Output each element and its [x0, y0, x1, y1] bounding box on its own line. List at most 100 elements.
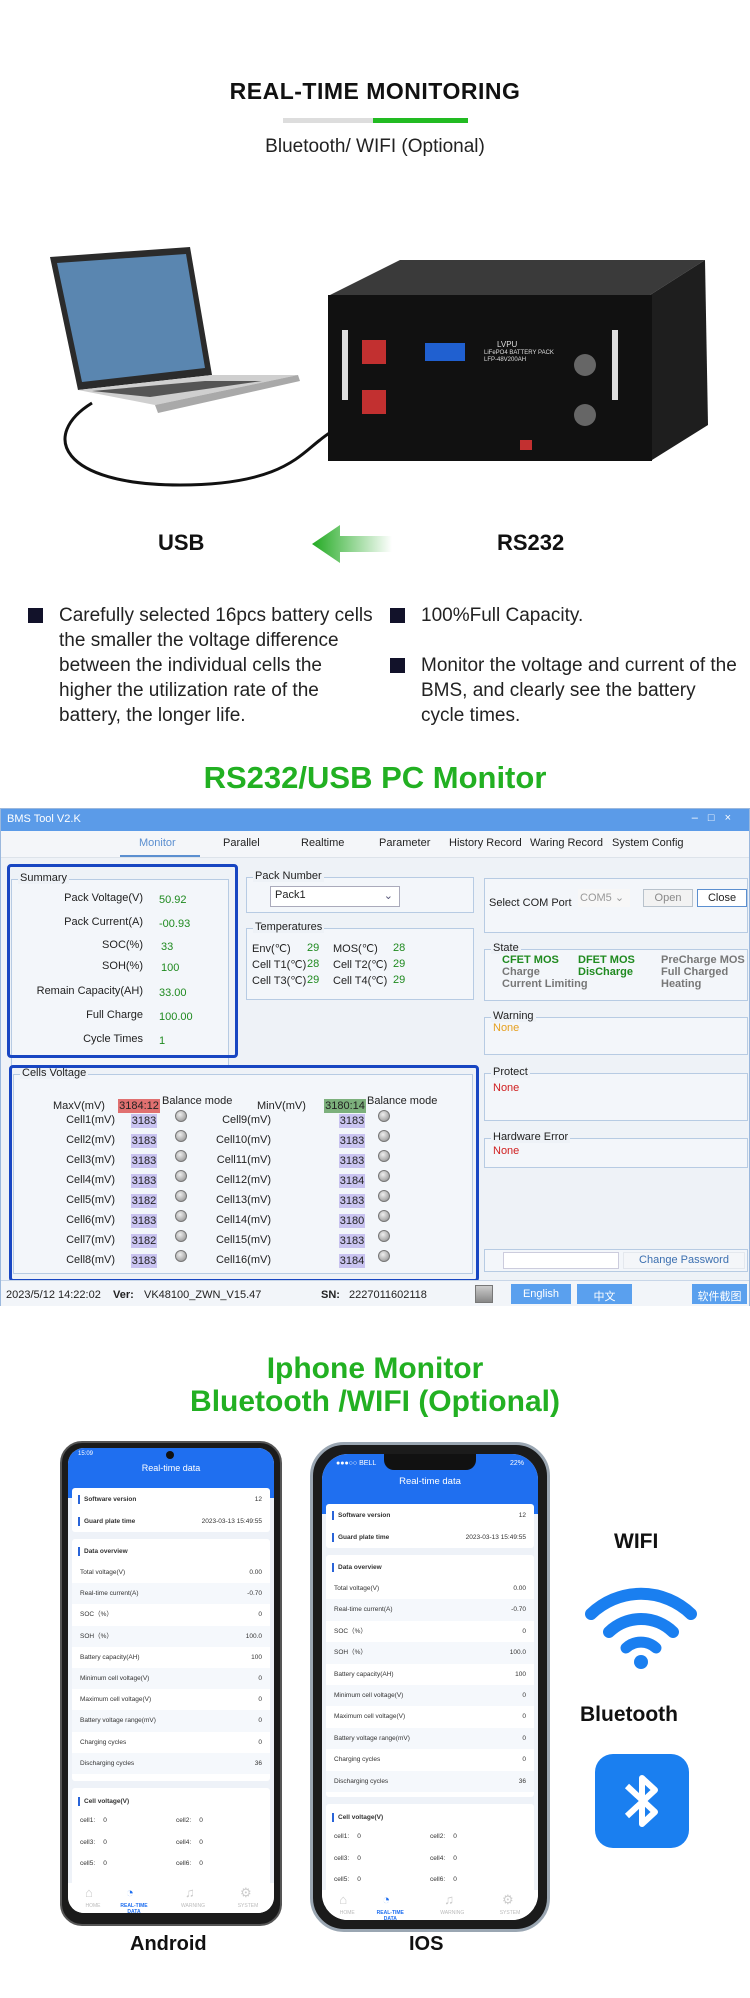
overview-label: Real-time current(A)	[80, 1590, 139, 1598]
english-button[interactable]: English	[511, 1284, 571, 1304]
balance-indicator-icon	[175, 1190, 187, 1202]
close-button[interactable]: Close	[697, 889, 747, 907]
cell-voltage-value: 3183	[131, 1114, 157, 1128]
change-password-button[interactable]: Change Password	[623, 1252, 745, 1269]
home-tab-icon[interactable]: ⌂	[339, 1892, 347, 1907]
cell-label: cell4:	[430, 1854, 446, 1862]
real-time-data-tab-icon[interactable]: ◔	[126, 1885, 134, 1900]
wifi-label: WIFI	[614, 1530, 659, 1553]
overview-label: Maximum cell voltage(V)	[80, 1696, 152, 1704]
summary-label: Cycle Times	[83, 1033, 143, 1045]
chevron-down-icon: ⌄	[383, 890, 393, 902]
real-time-data-tab-icon[interactable]: ◔	[382, 1892, 390, 1907]
wifi-icon	[585, 1587, 697, 1669]
temperature-value: 28	[393, 942, 406, 954]
cell-label: cell1:	[80, 1817, 96, 1824]
close-icon[interactable]: ×	[725, 812, 741, 824]
system-tab-icon[interactable]: ⚙	[502, 1892, 514, 1908]
overview-label: Discharging cycles	[334, 1777, 389, 1785]
cell-voltage-value: 3183	[131, 1214, 157, 1228]
warning-tab-icon[interactable]: ♫	[185, 1885, 195, 1900]
overview-row: Battery capacity(AH) 100	[326, 1664, 534, 1685]
tab-parallel[interactable]: Parallel	[223, 837, 260, 849]
window-title: BMS Tool V2.K	[7, 813, 81, 825]
overview-value: 0	[258, 1738, 262, 1746]
balance-indicator-icon	[378, 1170, 390, 1182]
balance-indicator-icon	[175, 1230, 187, 1242]
temperatures-group: Temperatures Env(℃) 29 MOS(℃) 28 Cell T1(℃) 28…	[246, 921, 474, 1000]
overview-label: Real-time current(A)	[334, 1606, 393, 1614]
overview-row: Real-time current(A) -0.70	[326, 1599, 534, 1621]
home-tab-icon[interactable]: ⌂	[85, 1885, 93, 1900]
tab-system[interactable]: SYSTEM	[490, 1910, 530, 1916]
temperature-label: Cell T2(℃)	[333, 959, 388, 971]
state-item: PreCharge MOS	[661, 954, 745, 966]
temperature-label: Cell T3(℃)	[252, 975, 307, 987]
cell-label: Cell11(mV)	[216, 1154, 271, 1166]
com-port-select[interactable]: COM5 ⌄	[578, 889, 630, 907]
overview-row: Total voltage(V) 0.00	[72, 1562, 270, 1583]
cell-voltage-value: 3184	[339, 1254, 365, 1268]
rs232-label: RS232	[497, 530, 565, 555]
cell-label: cell3:	[80, 1838, 96, 1846]
page-title: REAL-TIME MONITORING	[229, 78, 521, 104]
warning-group: Warning None	[484, 1010, 748, 1055]
screenshot-button[interactable]: 软件截图	[692, 1284, 747, 1304]
balance-indicator-icon	[378, 1230, 390, 1242]
tab-system[interactable]: SYSTEM	[228, 1903, 268, 1909]
tab-waring-record[interactable]: Waring Record	[530, 837, 603, 849]
chinese-button[interactable]: 中文	[577, 1284, 632, 1304]
cell-value: 0	[199, 1860, 203, 1867]
title-underline-gray	[283, 118, 373, 123]
overview-row: Charging cycles 0	[326, 1749, 534, 1770]
summary-value: 100	[161, 962, 180, 974]
tab-home[interactable]: HOME	[327, 1910, 367, 1916]
title-underline-green	[373, 118, 468, 123]
password-input[interactable]	[503, 1252, 619, 1269]
bluetooth-icon	[595, 1754, 689, 1848]
open-button[interactable]: Open	[643, 889, 693, 907]
temperature-label: Cell T4(℃)	[333, 975, 388, 987]
overview-label: Battery capacity(AH)	[80, 1653, 140, 1661]
laptop-image	[50, 247, 300, 413]
overview-row: Discharging cycles 36	[326, 1770, 534, 1792]
balance-indicator-icon	[378, 1130, 390, 1142]
tab-real-time-data[interactable]: REAL-TIME DATA	[114, 1903, 154, 1913]
tab-warning[interactable]: WARNING	[432, 1910, 472, 1916]
usb-label: USB	[158, 530, 205, 555]
balance-indicator-icon	[378, 1250, 390, 1262]
balance-indicator-icon	[378, 1150, 390, 1162]
info-row: Guard plate time 2023-03-13 15:49:55	[72, 1517, 270, 1526]
com-port-label: Select COM Port	[489, 897, 572, 909]
tab-realtime[interactable]: Realtime	[301, 837, 344, 849]
overview-label: SOH（%）	[80, 1632, 113, 1640]
warning-tab-icon[interactable]: ♫	[444, 1892, 454, 1907]
android-phone: 15:09 Real-time data Software version 12 Gua…	[60, 1441, 282, 1926]
maximize-icon[interactable]: □	[708, 812, 725, 824]
cell-label: cell6:	[176, 1860, 192, 1867]
overview-value: 36	[518, 1777, 526, 1785]
pack-number-select[interactable]: Pack1 ⌄	[270, 886, 400, 907]
tab-parameter[interactable]: Parameter	[379, 837, 430, 849]
summary-value: 33	[161, 941, 174, 953]
tab-warning[interactable]: WARNING	[173, 1903, 213, 1909]
data-overview-card: Data overview Total voltage(V) 0.00 Real-ti…	[326, 1555, 534, 1797]
pc-section-title: RS232/USB PC Monitor	[203, 760, 547, 795]
info-card: Software version 12 Guard plate time 2023-0…	[72, 1488, 270, 1532]
cell-voltage-value: 3182	[131, 1234, 157, 1248]
cell-voltage-value: 3183	[339, 1114, 365, 1128]
balance-indicator-icon	[175, 1210, 187, 1222]
tab-home[interactable]: HOME	[73, 1903, 113, 1909]
tab-real-time-data[interactable]: REAL-TIME DATA	[370, 1910, 410, 1920]
tab-system-config[interactable]: System Config	[612, 837, 684, 849]
info-label: Software version	[84, 1496, 137, 1503]
system-tab-icon[interactable]: ⚙	[240, 1885, 252, 1901]
section-title: Data overview	[338, 1564, 382, 1571]
overview-value: 0	[522, 1692, 526, 1699]
status-bar: 2023/5/12 14:22:02 Ver: VK48100_ZWN_V15.…	[1, 1280, 749, 1306]
status-bar-left: 15:09	[78, 1451, 94, 1457]
minimize-icon[interactable]: –	[692, 812, 708, 824]
minv-label: MinV(mV)	[257, 1100, 306, 1112]
tab-monitor[interactable]: Monitor	[139, 837, 176, 849]
tab-history-record[interactable]: History Record	[449, 837, 522, 849]
